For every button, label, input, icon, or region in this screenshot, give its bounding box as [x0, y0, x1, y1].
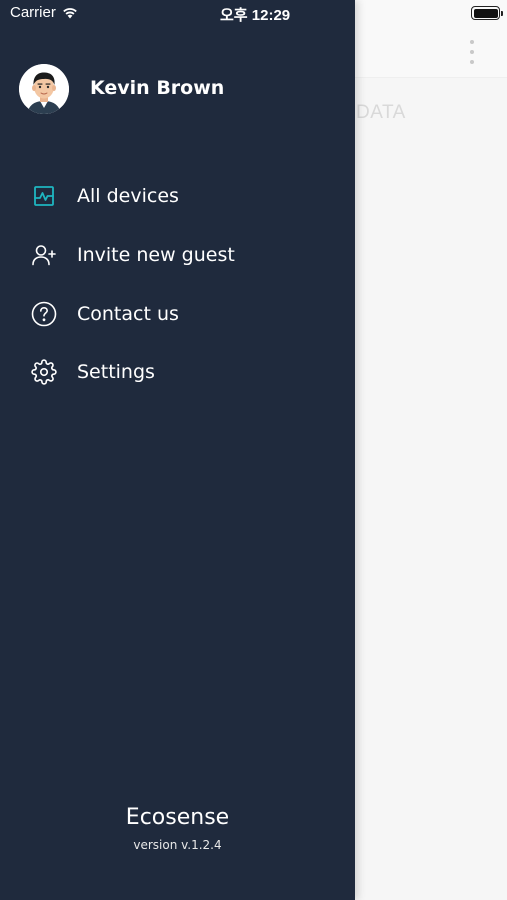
carrier-label: Carrier: [10, 4, 56, 21]
menu-item-label: Settings: [77, 361, 155, 384]
gear-icon: [31, 359, 57, 386]
avatar-man-icon: [19, 64, 69, 114]
user-name: Kevin Brown: [90, 77, 225, 99]
user-plus-icon: [31, 242, 57, 268]
activity-chart-icon: [31, 183, 57, 209]
wifi-icon: [63, 8, 77, 19]
question-circle-icon: [31, 301, 57, 327]
background-text: DATA: [356, 102, 406, 123]
menu-item-all-devices[interactable]: All devices: [0, 167, 355, 226]
status-time: 오후 12:29: [220, 7, 291, 24]
navigation-drawer: Kevin Brown All devices Invite new guest…: [0, 0, 355, 900]
menu-item-invite-guest[interactable]: Invite new guest: [0, 226, 355, 285]
drawer-menu: All devices Invite new guest Contact us …: [0, 167, 355, 402]
status-carrier: Carrier: [10, 4, 79, 21]
app-version: version v.1.2.4: [133, 838, 222, 852]
menu-item-settings[interactable]: Settings: [0, 343, 355, 402]
more-vertical-icon[interactable]: [466, 40, 478, 64]
menu-item-contact-us[interactable]: Contact us: [0, 284, 355, 343]
menu-item-label: All devices: [77, 185, 179, 208]
menu-item-label: Contact us: [77, 302, 179, 325]
battery-icon: [471, 6, 503, 20]
menu-item-label: Invite new guest: [77, 244, 235, 267]
avatar[interactable]: [19, 64, 69, 114]
brand-name: Ecosense: [125, 805, 230, 830]
